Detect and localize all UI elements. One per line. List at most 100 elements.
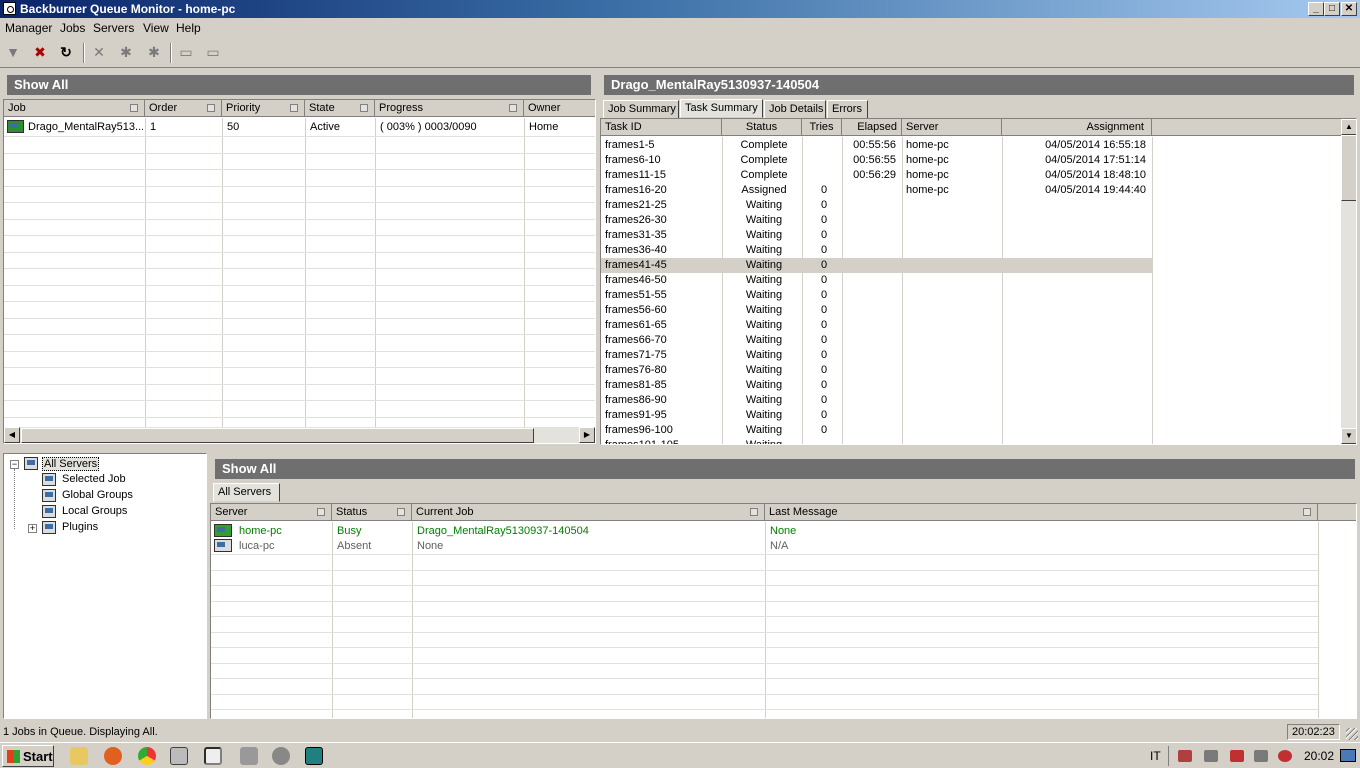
task-row[interactable]: frames51-55 Waiting 0 — [601, 288, 1152, 303]
col-assignment[interactable]: Assignment — [1002, 119, 1152, 136]
task-row[interactable]: frames41-45 Waiting 0 — [601, 258, 1152, 273]
col-tries[interactable]: Tries — [802, 119, 842, 136]
monitor-icon[interactable]: ▭ — [178, 44, 194, 60]
jobs-hscroll-thumb[interactable] — [21, 428, 534, 443]
menu-servers[interactable]: Servers — [93, 21, 134, 35]
col-server-name[interactable]: Server — [211, 504, 332, 521]
tray-bug-icon[interactable] — [1178, 750, 1192, 762]
task-row[interactable]: frames66-70 Waiting 0 — [601, 333, 1152, 348]
task-cell: Complete — [740, 169, 788, 181]
minimize-button[interactable]: _ — [1308, 2, 1324, 16]
col-owner[interactable]: Owner — [524, 100, 595, 117]
task-row[interactable]: frames16-20 Assigned 0 home-pc 04/05/2014 19… — [601, 183, 1152, 198]
col-job[interactable]: Job — [4, 100, 145, 117]
server-group-icon — [42, 505, 56, 518]
tab-job-details[interactable]: Job Details — [764, 100, 826, 119]
col-elapsed[interactable]: Elapsed — [842, 119, 902, 136]
tree-item-all-servers[interactable]: All Servers — [42, 457, 100, 471]
tray-volume-icon[interactable] — [1278, 750, 1292, 762]
task-cell: 00:56:29 — [853, 169, 896, 181]
tray-device-icon[interactable] — [1254, 750, 1268, 762]
grid-line — [4, 284, 595, 286]
firefox-icon[interactable] — [104, 747, 122, 765]
scroll-down-icon[interactable]: ▼ — [1341, 428, 1356, 444]
task-row[interactable]: frames76-80 Waiting 0 — [601, 363, 1152, 378]
task-row[interactable]: frames1-5 Complete 00:55:56 home-pc 04/05/20… — [601, 138, 1152, 153]
queue-monitor-icon[interactable] — [204, 747, 222, 765]
col-status[interactable]: Status — [722, 119, 802, 136]
scroll-right-icon[interactable]: ▶ — [579, 427, 595, 443]
col-priority[interactable]: Priority — [222, 100, 305, 117]
task-row[interactable]: frames91-95 Waiting 0 — [601, 408, 1152, 423]
tab-job-summary[interactable]: Job Summary — [603, 100, 679, 119]
task-cell: 04/05/2014 16:55:18 — [1045, 139, 1146, 151]
explorer-icon[interactable] — [70, 747, 88, 765]
col-order[interactable]: Order — [145, 100, 222, 117]
jobs-hscrollbar[interactable]: ◀ ▶ — [4, 427, 595, 443]
task-vscroll-thumb[interactable] — [1341, 135, 1356, 201]
task-vscrollbar[interactable]: ▲ ▼ — [1341, 119, 1356, 444]
col-server-status[interactable]: Status — [332, 504, 412, 521]
scroll-left-icon[interactable]: ◀ — [4, 427, 20, 443]
tree-item-selected-job[interactable]: Selected Job — [62, 473, 126, 485]
settings-icon[interactable]: ✱ — [118, 44, 134, 60]
refresh-icon[interactable]: ↻ — [58, 44, 74, 60]
tree-item-plugins[interactable]: Plugins — [62, 521, 98, 533]
tab-task-summary[interactable]: Task Summary — [680, 99, 763, 118]
start-button[interactable]: Start — [2, 745, 54, 767]
server-message: N/A — [770, 540, 789, 552]
task-row[interactable]: frames81-85 Waiting 0 — [601, 378, 1152, 393]
monitor-alt-icon[interactable]: ▭ — [205, 44, 221, 60]
tab-errors[interactable]: Errors — [827, 100, 868, 119]
menu-manager[interactable]: Manager — [5, 21, 52, 35]
server-icon[interactable] — [240, 747, 258, 765]
delete-job-icon[interactable]: ✖ — [32, 44, 48, 60]
language-indicator[interactable]: IT — [1150, 749, 1161, 763]
toolbar-separator — [83, 43, 85, 63]
col-task-id[interactable]: Task ID — [601, 119, 722, 136]
task-row[interactable]: frames61-65 Waiting 0 — [601, 318, 1152, 333]
expand-icon[interactable]: + — [28, 524, 37, 533]
task-cell: Assigned — [741, 184, 787, 196]
tree-item-global-groups[interactable]: Global Groups — [62, 489, 133, 501]
col-progress[interactable]: Progress — [375, 100, 524, 117]
filter-icon[interactable]: ▼ — [5, 44, 21, 60]
backburner-manager-icon[interactable] — [170, 747, 188, 765]
maximize-button[interactable]: □ — [1324, 2, 1340, 16]
settings-alt-icon[interactable]: ✱ — [146, 44, 162, 60]
server-job: Drago_MentalRay5130937-140504 — [417, 525, 589, 537]
tool-icon[interactable] — [272, 747, 290, 765]
3dsmax-icon[interactable] — [305, 747, 323, 765]
task-row[interactable]: frames36-40 Waiting 0 — [601, 243, 1152, 258]
tray-flag-icon[interactable] — [1230, 750, 1244, 762]
col-state[interactable]: State — [305, 100, 375, 117]
task-row[interactable]: frames21-25 Waiting 0 — [601, 198, 1152, 213]
resize-grip-icon[interactable] — [1346, 728, 1358, 740]
col-server[interactable]: Server — [902, 119, 1002, 136]
task-row[interactable]: frames96-100 Waiting 0 — [601, 423, 1152, 438]
task-row[interactable]: frames101-105 Waiting — [601, 438, 1152, 444]
scroll-up-icon[interactable]: ▲ — [1341, 119, 1356, 135]
tab-all-servers[interactable]: All Servers — [213, 483, 280, 502]
menu-help[interactable]: Help — [176, 21, 201, 35]
task-row[interactable]: frames71-75 Waiting 0 — [601, 348, 1152, 363]
menu-view[interactable]: View — [143, 21, 169, 35]
task-row[interactable]: frames56-60 Waiting 0 — [601, 303, 1152, 318]
task-row[interactable]: frames11-15 Complete 00:56:29 home-pc 04/05/… — [601, 168, 1152, 183]
task-row[interactable]: frames86-90 Waiting 0 — [601, 393, 1152, 408]
col-current-job[interactable]: Current Job — [412, 504, 765, 521]
tree-item-local-groups[interactable]: Local Groups — [62, 505, 127, 517]
task-row[interactable]: frames46-50 Waiting 0 — [601, 273, 1152, 288]
task-cell: frames76-80 — [605, 364, 667, 376]
task-row[interactable]: frames31-35 Waiting 0 — [601, 228, 1152, 243]
menu-jobs[interactable]: Jobs — [60, 21, 85, 35]
col-last-message[interactable]: Last Message — [765, 504, 1318, 521]
show-desktop-icon[interactable] — [1340, 749, 1356, 762]
tray-network-icon[interactable] — [1204, 750, 1218, 762]
close-button[interactable]: ✕ — [1341, 2, 1357, 16]
collapse-icon[interactable]: − — [10, 460, 19, 469]
cancel-icon[interactable]: ✕ — [91, 44, 107, 60]
chrome-icon[interactable] — [138, 747, 156, 765]
task-row[interactable]: frames6-10 Complete 00:56:55 home-pc 04/05/2… — [601, 153, 1152, 168]
task-row[interactable]: frames26-30 Waiting 0 — [601, 213, 1152, 228]
